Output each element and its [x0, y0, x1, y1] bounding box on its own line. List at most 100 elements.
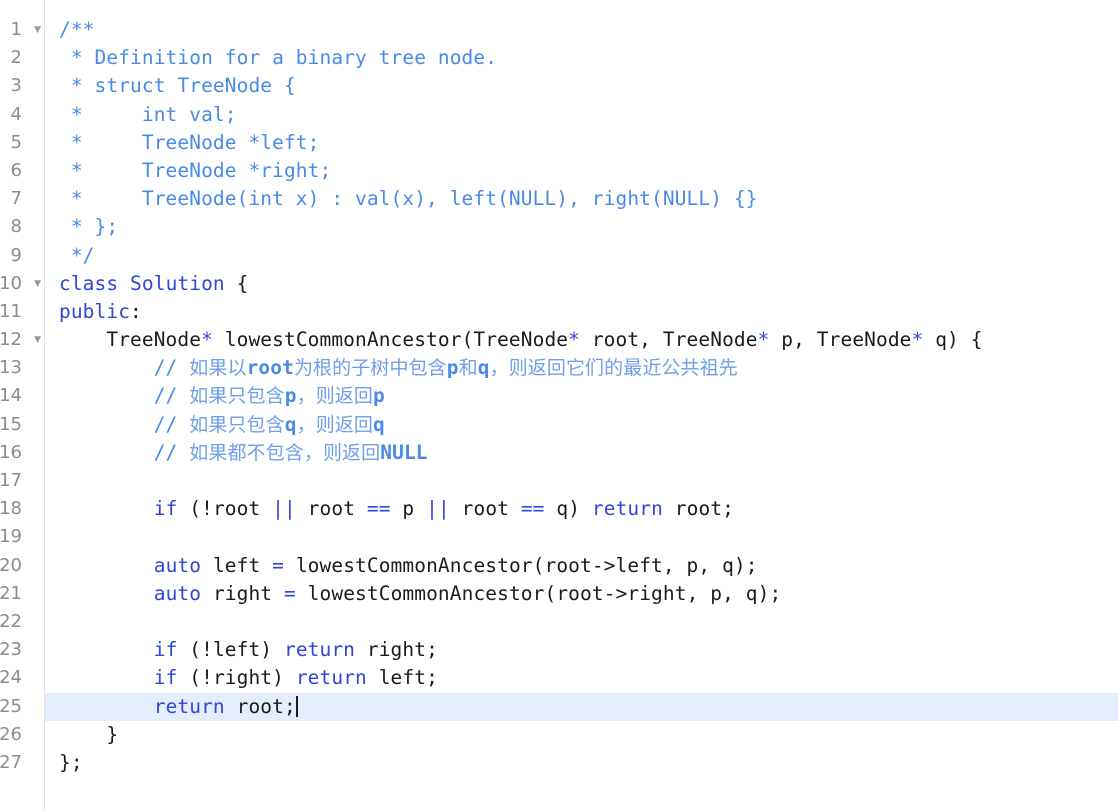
code-content-area[interactable]: /** * Definition for a binary tree node.… — [45, 0, 1118, 811]
code-token: p — [446, 356, 459, 380]
line-number-label: 26 — [0, 723, 22, 745]
code-line-24[interactable]: if (!right) return left; — [45, 664, 1118, 692]
line-number-label: 3 — [10, 75, 22, 97]
line-number-label: 15 — [0, 413, 22, 435]
code-line-16[interactable]: // 如果都不包含，则返回NULL — [45, 439, 1118, 467]
line-number-8[interactable]: 8 — [0, 213, 45, 241]
line-number-12[interactable]: 12 ▼ — [0, 326, 45, 354]
line-number-9[interactable]: 9 — [0, 242, 45, 270]
code-line-6[interactable]: * TreeNode *right; — [45, 157, 1118, 185]
code-token: q — [477, 356, 490, 380]
line-number-gutter[interactable]: 1 ▼ 2 3 4 5 6 7 8 9 10 ▼ 11 12 ▼ 13 14 15 16 17 18 19 20 21 22 23… — [0, 0, 45, 811]
code-line-18[interactable]: if (!root || root == p || root == q) ret… — [45, 495, 1118, 523]
line-number-20[interactable]: 20 — [0, 552, 45, 580]
chevron-down-icon[interactable]: ▼ — [34, 326, 41, 354]
line-number-5[interactable]: 5 — [0, 129, 45, 157]
code-token: left; — [366, 666, 438, 690]
line-number-1[interactable]: 1 ▼ — [0, 16, 45, 44]
code-line-15[interactable]: // 如果只包含q，则返回q — [45, 411, 1118, 439]
code-token: // — [59, 384, 190, 408]
code-line-14[interactable]: // 如果只包含p，则返回p — [45, 382, 1118, 410]
line-number-6[interactable]: 6 — [0, 157, 45, 185]
line-number-27[interactable]: 27 — [0, 749, 45, 777]
chevron-down-icon[interactable]: ▼ — [34, 16, 41, 44]
code-line-5[interactable]: * TreeNode *left; — [45, 129, 1118, 157]
code-token: TreeNode — [59, 328, 202, 352]
code-token: * — [757, 328, 770, 352]
code-line-2[interactable]: * Definition for a binary tree node. — [45, 44, 1118, 72]
code-line-25[interactable]: return root; — [45, 692, 1118, 721]
code-token: * TreeNode(int x) : val(x), left(NULL), … — [59, 187, 758, 211]
code-token: * — [568, 328, 580, 352]
code-token: // — [59, 356, 190, 380]
line-number-3[interactable]: 3 — [0, 72, 45, 100]
code-token: /** — [59, 18, 95, 41]
code-line-21[interactable]: auto right = lowestCommonAncestor(root->… — [45, 580, 1118, 608]
code-token: 和 — [458, 357, 478, 380]
code-line-4[interactable]: * int val; — [45, 101, 1118, 129]
line-number-21[interactable]: 21 — [0, 580, 45, 608]
code-line-12[interactable]: TreeNode* lowestCommonAncestor(TreeNode*… — [45, 326, 1118, 354]
code-line-8[interactable]: * }; — [45, 213, 1118, 241]
code-token: (!left) — [177, 638, 284, 662]
code-line-7[interactable]: * TreeNode(int x) : val(x), left(NULL), … — [45, 185, 1118, 213]
code-line-1[interactable]: /** — [45, 16, 1118, 44]
line-number-24[interactable]: 24 — [0, 664, 45, 692]
code-line-13[interactable]: // 如果以root为根的子树中包含p和q，则返回它们的最近公共祖先 — [45, 354, 1118, 382]
line-number-25[interactable]: 25 — [0, 693, 45, 721]
line-number-label: 12 — [0, 329, 22, 351]
line-number-18[interactable]: 18 — [0, 495, 45, 523]
line-number-label: 14 — [0, 385, 22, 407]
code-token: */ — [59, 243, 95, 267]
line-number-19[interactable]: 19 — [0, 523, 45, 551]
line-number-17[interactable]: 17 — [0, 467, 45, 495]
code-line-26[interactable]: } — [45, 721, 1118, 749]
line-number-10[interactable]: 10 ▼ — [0, 270, 45, 298]
line-number-16[interactable]: 16 — [0, 439, 45, 467]
line-number-label: 8 — [10, 216, 22, 238]
code-line-9[interactable]: */ — [45, 242, 1118, 270]
code-token: lowestCommonAncestor(TreeNode — [212, 328, 569, 352]
code-token: } — [59, 722, 119, 746]
code-line-23[interactable]: if (!left) return right; — [45, 636, 1118, 664]
code-token: * Definition for a binary tree node. — [59, 46, 498, 70]
line-number-label: 19 — [0, 526, 22, 548]
line-number-11[interactable]: 11 — [0, 298, 45, 326]
code-token: root; — [662, 497, 734, 521]
code-token: return — [591, 497, 663, 521]
line-number-26[interactable]: 26 — [0, 721, 45, 749]
code-line-17[interactable] — [45, 467, 1118, 495]
code-line-11[interactable]: public: — [45, 298, 1118, 326]
code-token: ，则返回它们的最近公共祖先 — [489, 357, 738, 380]
code-token: if — [153, 638, 178, 662]
code-token: || — [426, 497, 450, 521]
code-token: : — [130, 299, 142, 323]
code-token: public — [59, 299, 131, 323]
line-number-label: 7 — [10, 188, 22, 210]
chevron-down-icon[interactable]: ▼ — [34, 270, 41, 298]
code-token: return — [295, 666, 367, 690]
code-line-27[interactable]: }; — [45, 749, 1118, 777]
code-token: p — [373, 384, 385, 408]
code-line-22[interactable] — [45, 608, 1118, 636]
line-number-label: 13 — [0, 357, 22, 379]
code-token: 如果只包含 — [189, 385, 285, 408]
code-line-19[interactable] — [45, 523, 1118, 551]
line-number-2[interactable]: 2 — [0, 44, 45, 72]
code-line-10[interactable]: class Solution { — [45, 270, 1118, 298]
line-number-22[interactable]: 22 — [0, 608, 45, 636]
code-line-20[interactable]: auto left = lowestCommonAncestor(root->l… — [45, 552, 1118, 580]
code-token: // — [59, 440, 190, 464]
line-number-7[interactable]: 7 — [0, 185, 45, 213]
line-number-23[interactable]: 23 — [0, 636, 45, 664]
line-number-13[interactable]: 13 — [0, 354, 45, 382]
code-line-3[interactable]: * struct TreeNode { — [45, 72, 1118, 100]
code-token: ，则返回 — [296, 413, 374, 436]
code-editor[interactable]: 1 ▼ 2 3 4 5 6 7 8 9 10 ▼ 11 12 ▼ 13 14 15 16 17 18 19 20 21 22 23… — [0, 0, 1118, 811]
line-number-15[interactable]: 15 — [0, 411, 45, 439]
code-token: left — [201, 553, 273, 577]
line-number-14[interactable]: 14 — [0, 382, 45, 410]
line-number-4[interactable]: 4 — [0, 101, 45, 129]
